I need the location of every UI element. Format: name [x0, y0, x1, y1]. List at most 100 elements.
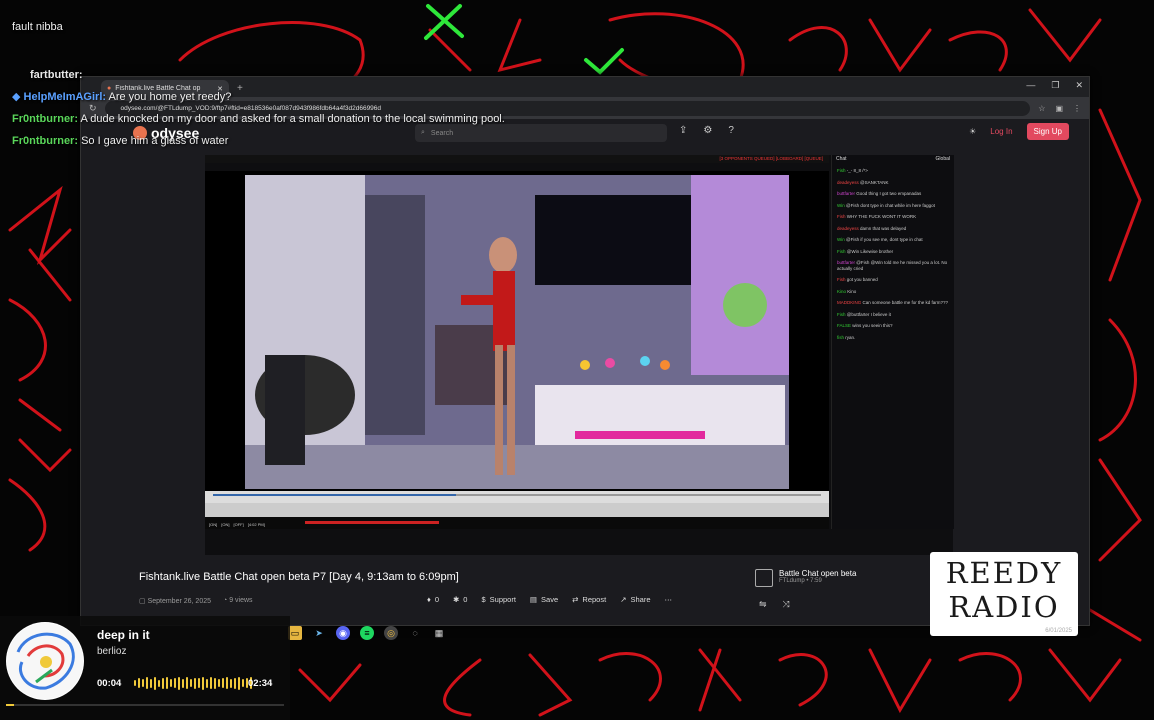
stream-chat-user: Fish [837, 214, 847, 219]
song-artist: berlioz [97, 646, 127, 657]
waveform-bar [194, 677, 196, 689]
waveform-bar [202, 676, 204, 690]
overlay-chat: fault nibba fartbutter: ◆ HelpMeImAGirl:… [12, 20, 572, 156]
bookmark-star-icon[interactable]: ☆ [1038, 104, 1045, 113]
stream-chat-user: Fish [837, 277, 847, 282]
overlay-chat-user: fartbutter: [30, 69, 83, 81]
repost-button[interactable]: ⇄ Repost [572, 595, 606, 604]
waveform-bar [178, 676, 180, 690]
video-frame [245, 175, 789, 489]
share-button[interactable]: ↗ Share [620, 595, 650, 604]
overlay-chat-message: Fr0ntburner: A dude knocked on my door a… [12, 113, 505, 125]
stream-chat-text: damn that was delayed [860, 225, 907, 231]
fire-icon: ♦ [427, 595, 431, 604]
stream-chat-message: deadeyess @SANKTANK [832, 177, 954, 189]
theme-icon[interactable]: ☀ [969, 127, 976, 136]
stream-red-bar [305, 521, 439, 524]
support-icon: $ [481, 595, 486, 604]
overlay-chat-message: Fr0ntburner: So I gave him a glass of wa… [12, 135, 229, 147]
window-controls: — ❐ ✕ [1026, 80, 1083, 91]
stream-chat-text: WHY THE FUCK WONT IT WORK [846, 214, 917, 219]
related-playlist[interactable]: Battle Chat open beta FTLdump • 7:59 [755, 569, 856, 587]
app-icon[interactable]: ▦ [432, 626, 446, 640]
support-button[interactable]: $ Support [481, 595, 515, 604]
folder-icon[interactable]: ▭ [288, 626, 302, 640]
reedy-radio-text: REEDY RADIO [945, 556, 1063, 624]
waveform-bar [170, 679, 172, 687]
reedy-radio-logo: REEDY RADIO 6/01/2025 [930, 552, 1078, 636]
stream-player[interactable]: [3 OPPONENTS QUEUED] [LOBBOARD] [QUEUE] [205, 155, 954, 555]
waveform-bar [218, 679, 220, 687]
waveform-bar [210, 677, 212, 689]
steam-icon[interactable]: ➤ [312, 626, 326, 640]
stream-chat-message: Fish WHY THE FUCK WONT IT WORK [832, 211, 954, 223]
stream-chat-message: Win @Fish if you see me, dont type in ch… [832, 234, 954, 246]
stream-chat-message: FALSE wins you seein this? [832, 320, 954, 332]
spotify-icon[interactable]: ≡ [360, 626, 374, 640]
chrome-icon[interactable]: ◎ [384, 626, 398, 640]
upload-icon[interactable]: ⇪ [679, 125, 687, 136]
waveform-bar [222, 678, 224, 688]
waveform-bar [142, 679, 144, 687]
stream-topbar: [3 OPPONENTS QUEUED] [LOBBOARD] [QUEUE] [205, 155, 829, 163]
stream-chat-message: Fish @Win Likewise brother [832, 246, 954, 258]
stream-chat-message: buttfarter @Fish @Win told me he missed … [832, 257, 954, 274]
embedded-taskbar [205, 503, 829, 517]
login-link[interactable]: Log In [990, 127, 1012, 136]
related-title: Battle Chat open beta [779, 569, 857, 578]
waveform-bar [146, 677, 148, 689]
maximize-icon[interactable]: ❐ [1051, 80, 1059, 91]
save-button[interactable]: ▤ Save [530, 595, 558, 604]
browser-toolbar-icons: ☆ ▣ ⋮ [1038, 104, 1081, 113]
waveform-bar [150, 678, 152, 688]
stream-chat-message: Fish got you banned [832, 274, 954, 286]
waveform-bar [186, 677, 188, 689]
stream-chat-user: buttfarter [837, 260, 857, 265]
stream-chat-text: got you banned [846, 277, 878, 282]
shuffle-icon[interactable]: ⤨ [783, 599, 790, 610]
stream-status: [ON] [ON] [OFF] [4:02 PM] [209, 522, 265, 527]
like-button[interactable]: ♦ 0 [427, 595, 439, 604]
overlay-chat-first-line: fault nibba [12, 21, 63, 33]
stream-chat-list: Fish -_- 8_8 /*> deadeyess @SANKTANK buttf… [832, 165, 954, 343]
stream-status-bar: [ON] [ON] [OFF] [4:02 PM] [205, 517, 829, 529]
settings-icon[interactable]: ⚙ [703, 125, 712, 136]
menu-icon[interactable]: ⋮ [1073, 104, 1081, 113]
video-area[interactable] [205, 171, 829, 521]
loop-icon[interactable]: ⇋ [759, 599, 767, 610]
obs-icon[interactable]: ◌ [408, 626, 422, 640]
playlist-icon [755, 569, 773, 587]
overlay-chat-message: ◆ HelpMeImAGirl: Are you home yet reedy? [12, 91, 232, 103]
close-window-icon[interactable]: ✕ [1075, 80, 1083, 91]
stream-chat-text: -_- 8_8 /*> [846, 168, 868, 173]
elapsed-time: 00:04 [97, 678, 122, 689]
stream-chat-user: Fish [837, 248, 847, 254]
minimize-icon[interactable]: — [1026, 80, 1035, 91]
stream-chat-user: Win [837, 202, 846, 208]
stream-chat-header: Chat Global [836, 156, 950, 162]
waveform-bar [190, 679, 192, 687]
discord-icon[interactable]: ◉ [336, 626, 350, 640]
extension-icon[interactable]: ▣ [1055, 104, 1063, 113]
calendar-icon: ▢ [139, 598, 148, 605]
help-icon[interactable]: ? [728, 125, 734, 136]
now-playing-widget: deep in it berlioz 00:04 02:34 [0, 616, 290, 720]
player-progress[interactable] [213, 494, 821, 496]
stream-chat: Chat Global Fish -_- 8_8 /*> deadeyess @S… [831, 155, 954, 529]
stream-chat-text: Kino [847, 288, 857, 294]
album-art [6, 622, 84, 700]
overlay-chat-message: fartbutter: [12, 68, 572, 82]
stream-chat-user: FALSE [837, 323, 853, 328]
related-sub: FTLdump • 7:59 [779, 578, 822, 584]
stream-chat-message: MADDKING Can someone battle me for the k… [832, 297, 954, 309]
signup-button[interactable]: Sign Up [1026, 123, 1069, 140]
stream-chat-text: @buttfarter I believe it [846, 311, 891, 317]
waveform-bar [134, 680, 136, 686]
dislike-button[interactable]: ✱ 0 [453, 595, 467, 604]
more-button[interactable]: ⋯ [665, 595, 673, 604]
views-label: ◔ 9 views [223, 597, 253, 604]
stream-chat-message: buttfarter Good thing I got two empanada… [832, 188, 954, 200]
stream-chat-user: Kino [837, 288, 848, 294]
date-label: ▢ September 26, 2025 [139, 598, 211, 605]
header-auth: ☀ Log In Sign Up [969, 123, 1069, 140]
